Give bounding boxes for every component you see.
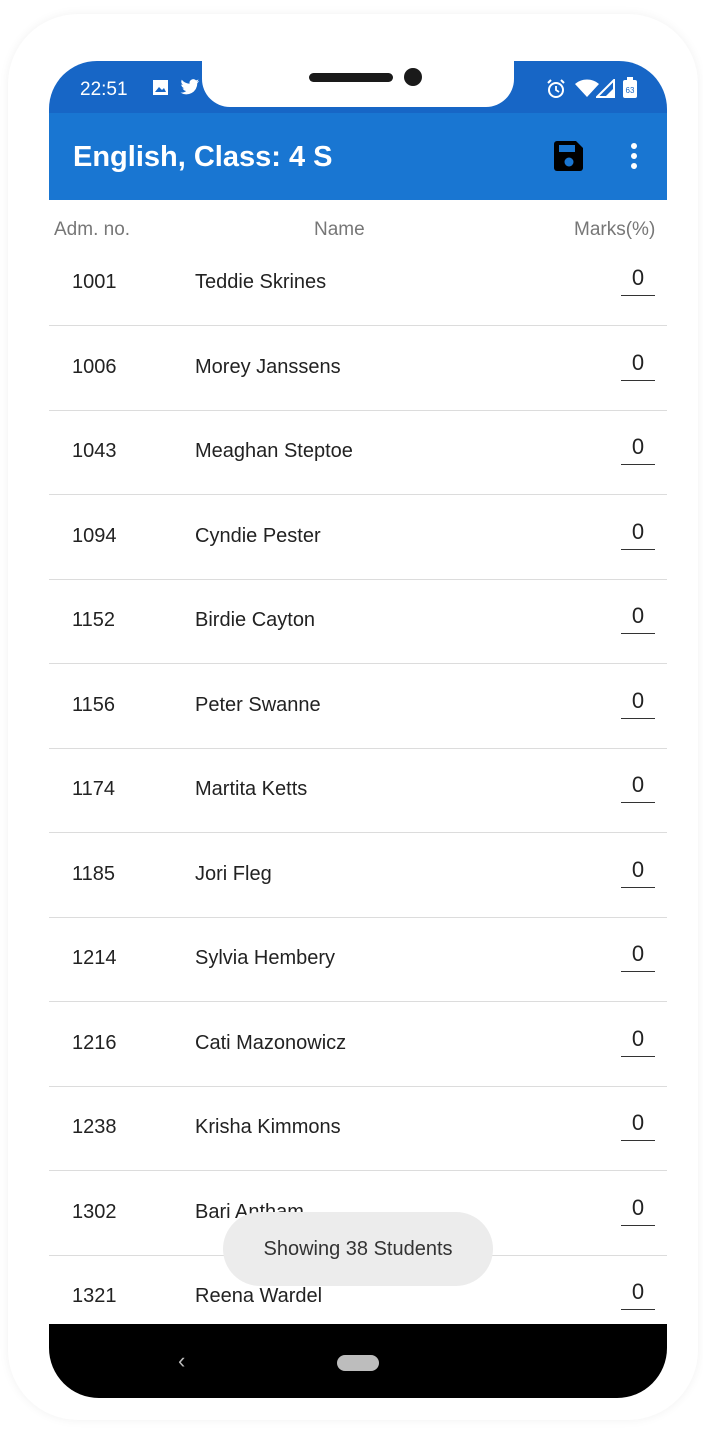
student-row[interactable]: 1174 Martita Ketts 0 — [49, 748, 667, 833]
system-nav-bar: ‹ — [49, 1324, 667, 1398]
marks-input[interactable]: 0 — [621, 688, 655, 719]
student-adm-no: 1152 — [72, 609, 116, 631]
app-screen: 22:51 63 English, Class: 4 S Adm. no. Na… — [49, 61, 667, 1398]
status-time: 22:51 — [80, 79, 128, 100]
save-icon — [554, 141, 583, 171]
marks-input[interactable]: 0 — [621, 350, 655, 381]
student-adm-no: 1238 — [72, 1116, 117, 1138]
student-name: Jori Fleg — [195, 862, 272, 885]
student-name: Birdie Cayton — [195, 609, 316, 631]
student-adm-no: 1001 — [72, 271, 117, 293]
student-adm-no: 1043 — [72, 440, 117, 462]
twitter-icon — [180, 79, 200, 101]
phone-frame: 22:51 63 English, Class: 4 S Adm. no. Na… — [8, 14, 698, 1420]
student-adm-no: 1006 — [72, 355, 117, 378]
alarm-icon — [546, 79, 566, 104]
student-name: Peter Swanne — [195, 693, 321, 716]
student-row[interactable]: 1094 Cyndie Pester 0 — [49, 495, 667, 580]
student-row[interactable]: 1238 Krisha Kimmons 0 — [49, 1086, 667, 1171]
student-name: Meaghan Steptoe — [195, 440, 353, 462]
student-row[interactable]: 1156 Peter Swanne 0 — [49, 664, 667, 749]
more-vert-icon — [631, 143, 637, 169]
student-adm-no: 1321 — [72, 1285, 117, 1307]
signal-icon — [594, 77, 616, 103]
app-bar: English, Class: 4 S — [49, 113, 667, 200]
battery-icon: 63 — [622, 77, 638, 104]
column-header-name: Name — [314, 219, 365, 240]
student-adm-no: 1156 — [72, 693, 116, 716]
marks-input[interactable]: 0 — [621, 1026, 655, 1057]
marks-input[interactable]: 0 — [621, 772, 655, 803]
student-name: Cyndie Pester — [195, 524, 321, 547]
battery-level: 63 — [626, 86, 635, 95]
speaker-grille — [309, 73, 393, 82]
marks-input[interactable]: 0 — [621, 265, 655, 296]
column-header-adm: Adm. no. — [54, 219, 131, 240]
marks-input[interactable]: 0 — [621, 519, 655, 550]
column-header-marks: Marks(%) — [574, 219, 656, 240]
student-row[interactable]: 1043 Meaghan Steptoe 0 — [49, 410, 667, 495]
student-name: Krisha Kimmons — [195, 1116, 341, 1138]
student-adm-no: 1302 — [72, 1200, 117, 1223]
student-row[interactable]: 1006 Morey Janssens 0 — [49, 326, 667, 411]
image-icon — [152, 79, 169, 101]
student-row[interactable]: 1214 Sylvia Hembery 0 — [49, 917, 667, 1002]
student-name: Teddie Skrines — [195, 271, 327, 293]
student-row[interactable]: 1152 Birdie Cayton 0 — [49, 579, 667, 664]
student-adm-no: 1094 — [72, 524, 117, 547]
student-name: Martita Ketts — [195, 778, 308, 800]
student-name: Morey Janssens — [195, 355, 341, 378]
marks-input[interactable]: 0 — [621, 941, 655, 972]
student-adm-no: 1216 — [72, 1031, 117, 1054]
student-name: Sylvia Hembery — [195, 947, 336, 969]
student-row[interactable]: 1185 Jori Fleg 0 — [49, 833, 667, 918]
page-title: English, Class: 4 S — [73, 141, 333, 173]
student-name: Cati Mazonowicz — [195, 1031, 347, 1054]
student-row[interactable]: 1216 Cati Mazonowicz 0 — [49, 1002, 667, 1087]
marks-input[interactable]: 0 — [621, 603, 655, 634]
student-adm-no: 1174 — [72, 778, 116, 800]
student-adm-no: 1185 — [72, 862, 116, 885]
front-camera — [404, 68, 422, 86]
marks-input[interactable]: 0 — [621, 1195, 655, 1226]
status-bar: 22:51 63 — [49, 61, 667, 113]
marks-input[interactable]: 0 — [621, 1279, 655, 1310]
student-name: Reena Wardel — [195, 1285, 323, 1307]
save-button[interactable] — [554, 140, 584, 172]
camera-notch — [202, 61, 514, 107]
marks-input[interactable]: 0 — [621, 434, 655, 465]
more-options-button[interactable] — [624, 141, 644, 173]
back-icon[interactable]: ‹ — [178, 1348, 185, 1374]
student-adm-no: 1214 — [72, 947, 117, 969]
marks-input[interactable]: 0 — [621, 1110, 655, 1141]
marks-input[interactable]: 0 — [621, 857, 655, 888]
toast-message: Showing 38 Students — [223, 1212, 493, 1286]
home-pill[interactable] — [337, 1355, 379, 1371]
student-row[interactable]: 1001 Teddie Skrines 0 — [49, 241, 667, 326]
